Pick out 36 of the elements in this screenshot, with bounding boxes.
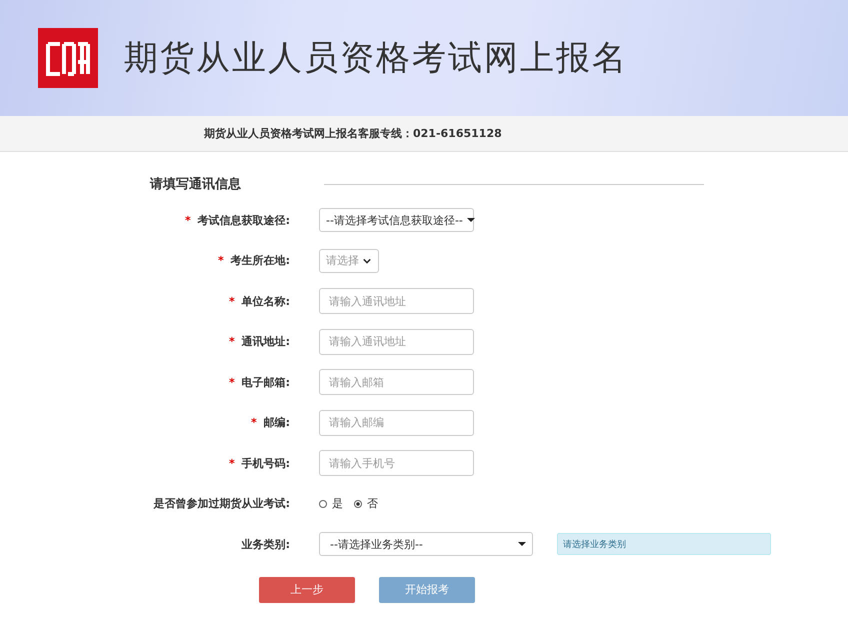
required-mark: * (228, 376, 235, 389)
select-field[interactable]: 请选择 (319, 248, 379, 273)
radio-button[interactable] (354, 500, 362, 508)
required-mark: * (184, 214, 191, 227)
required-mark: * (228, 294, 235, 308)
select-field[interactable]: --请选择考试信息获取途径-- (319, 208, 474, 232)
input-field[interactable]: 请输入手机号 (319, 450, 474, 476)
required-mark: * (228, 456, 235, 470)
required-mark: * (228, 335, 235, 348)
field-label: 单位名称: (242, 294, 290, 308)
field-label: 是否曾参加过期货从业考试: (154, 497, 290, 510)
select-field[interactable]: --请选择业务类别-- (319, 532, 533, 556)
radio-button[interactable] (319, 500, 327, 508)
field-label: 电子邮箱: (242, 376, 290, 389)
required-mark: * (250, 416, 257, 430)
field-label: 手机号码: (242, 456, 290, 470)
logo-icon (38, 28, 98, 88)
field-label: 邮编: (264, 416, 290, 430)
chevron-icon (363, 258, 371, 264)
input-field[interactable]: 请输入通讯地址 (319, 328, 474, 355)
back-button[interactable]: 上一步 (259, 576, 355, 602)
radio-label: 是 (332, 496, 343, 512)
field-label: 考生所在地: (230, 254, 290, 268)
hint-message: 请选择业务类别 (557, 533, 771, 556)
field-label: 通讯地址: (242, 335, 290, 348)
start-button[interactable]: 开始报考 (379, 576, 475, 602)
field-label: 考试信息获取途径: (198, 214, 290, 227)
required-mark: * (218, 254, 224, 268)
hotline-text: 期货从业人员资格考试网上报名客服专线：021-61651128 (204, 126, 502, 141)
section-title: 请填写通讯信息 (150, 176, 242, 193)
input-field[interactable]: 请输入邮编 (319, 410, 474, 436)
input-field[interactable]: 请输入邮箱 (319, 369, 474, 396)
site-title: 期货从业人员资格考试网上报名 (124, 37, 628, 80)
radio-label: 否 (367, 496, 378, 512)
field-label: 业务类别: (242, 538, 290, 551)
input-field[interactable]: 请输入通讯地址 (319, 288, 474, 314)
